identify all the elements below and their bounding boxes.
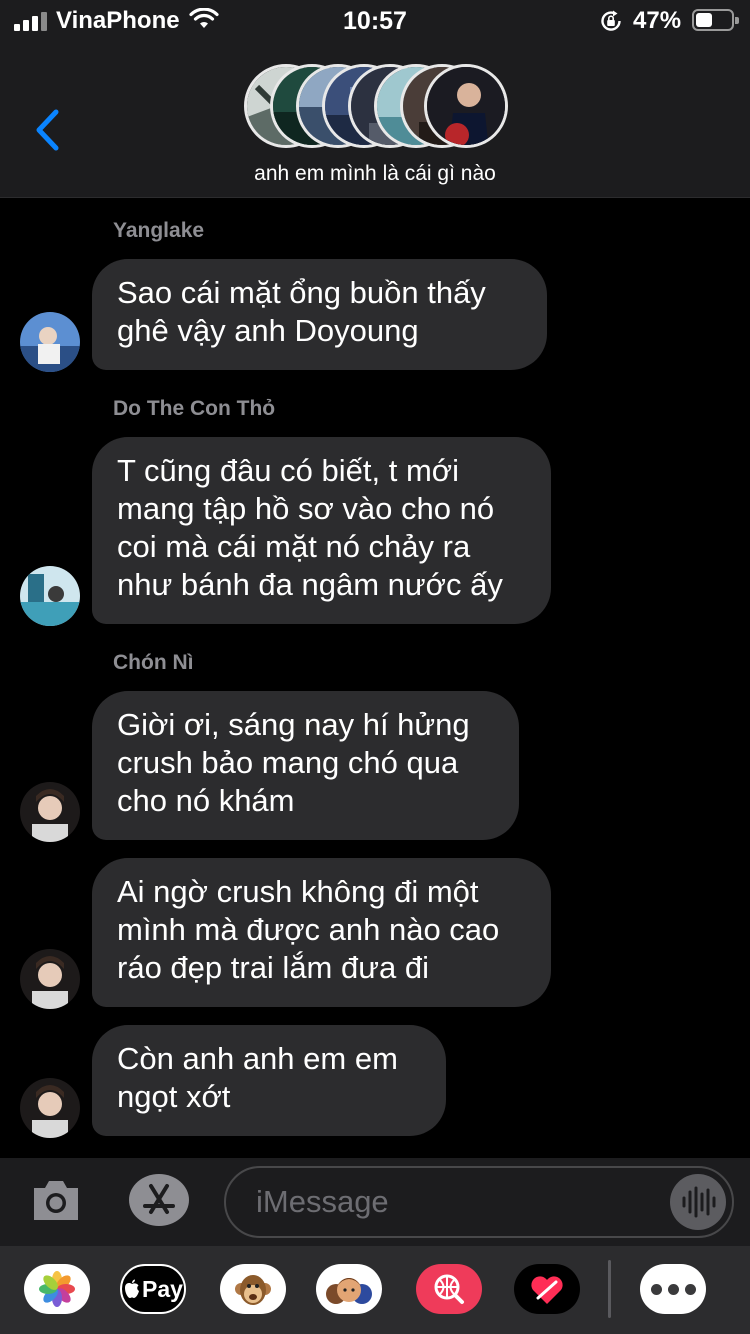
more-icon[interactable] <box>640 1264 706 1314</box>
memoji-icon[interactable] <box>316 1264 382 1314</box>
photos-icon[interactable] <box>24 1264 90 1314</box>
group-name[interactable]: anh em mình là cái gì nào <box>0 162 750 186</box>
avatar[interactable] <box>20 949 80 1009</box>
message-bubble[interactable]: Giời ơi, sáng nay hí hửng crush bảo mang… <box>92 691 519 840</box>
message-bubble[interactable]: T cũng đâu có biết, t mới mang tập hồ sơ… <box>92 437 551 624</box>
avatar[interactable] <box>20 312 80 372</box>
conversation-header: anh em mình là cái gì nào <box>0 42 750 198</box>
message-bubble[interactable]: Sao cái mặt ổng buồn thấy ghê vậy anh Do… <box>92 259 547 370</box>
member-avatar <box>424 64 508 148</box>
sender-name: Yanglake <box>113 219 205 242</box>
battery-icon <box>692 9 739 31</box>
message-input[interactable] <box>256 1180 656 1224</box>
avatar[interactable] <box>20 1078 80 1138</box>
avatar[interactable] <box>20 566 80 626</box>
apple-logo-icon <box>125 1279 140 1298</box>
camera-icon[interactable] <box>30 1176 82 1224</box>
avatar[interactable] <box>20 782 80 842</box>
sender-name: Do The Con Thỏ <box>113 397 276 420</box>
battery-percent: 47% <box>633 7 682 34</box>
compose-bar <box>0 1158 750 1246</box>
app-drawer: Pay <box>0 1246 750 1334</box>
message-input-field[interactable] <box>224 1166 734 1238</box>
drawer-divider <box>608 1260 611 1318</box>
web-search-icon[interactable] <box>416 1264 482 1314</box>
digital-touch-icon[interactable] <box>514 1264 580 1314</box>
sender-name: Chón Nì <box>113 651 194 674</box>
animoji-icon[interactable] <box>220 1264 286 1314</box>
message-bubble[interactable]: Ai ngờ crush không đi một mình mà được a… <box>92 858 551 1007</box>
orientation-lock-icon <box>601 10 621 31</box>
audio-waveform-icon[interactable] <box>670 1174 726 1230</box>
status-bar: VinaPhone 10:57 47% <box>0 0 750 42</box>
apple-pay-label: Pay <box>142 1275 183 1302</box>
group-avatar-stack[interactable] <box>244 64 508 150</box>
message-bubble[interactable]: Còn anh anh em em ngọt xớt <box>92 1025 446 1136</box>
app-store-icon[interactable] <box>127 1172 191 1228</box>
apple-pay-icon[interactable]: Pay <box>120 1264 186 1314</box>
chevron-left-icon[interactable] <box>30 106 66 154</box>
battery-fill <box>696 13 712 27</box>
